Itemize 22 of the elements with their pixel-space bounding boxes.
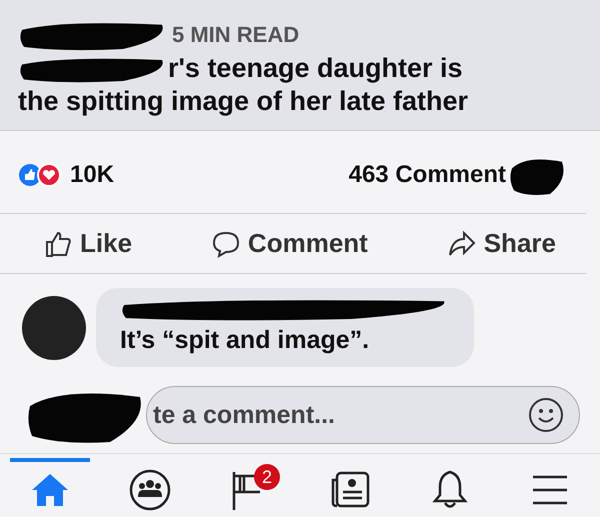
reaction-count[interactable]: 10K <box>70 161 114 189</box>
groups-icon <box>129 469 171 511</box>
share-arrow-icon <box>448 230 476 258</box>
emoji-icon[interactable] <box>528 397 564 433</box>
news-icon <box>329 470 371 510</box>
notification-badge: 2 <box>254 464 280 490</box>
speech-bubble-icon <box>212 230 240 258</box>
article-title: r's teenage daughter is <box>168 52 463 85</box>
comment-field[interactable]: te a comment... <box>146 386 580 444</box>
thumbs-up-icon <box>44 230 72 258</box>
comment-count[interactable]: 463 Comment <box>348 161 506 189</box>
article-card[interactable]: 5 MIN READ r's teenage daughter is the spitting image of her late father <box>0 0 600 131</box>
like-button[interactable]: Like <box>44 228 132 259</box>
comment-text: It’s “spit and image”. <box>120 326 370 355</box>
menu-icon <box>530 473 570 507</box>
nav-tab[interactable]: 2 <box>210 458 290 517</box>
article-title: the spitting image of her late father <box>18 85 470 118</box>
comment-button[interactable]: Comment <box>212 228 368 259</box>
home-icon <box>30 472 70 508</box>
reaction-icons <box>18 163 62 187</box>
read-time: 5 MIN READ <box>172 22 300 48</box>
share-button[interactable]: Share <box>448 228 556 259</box>
